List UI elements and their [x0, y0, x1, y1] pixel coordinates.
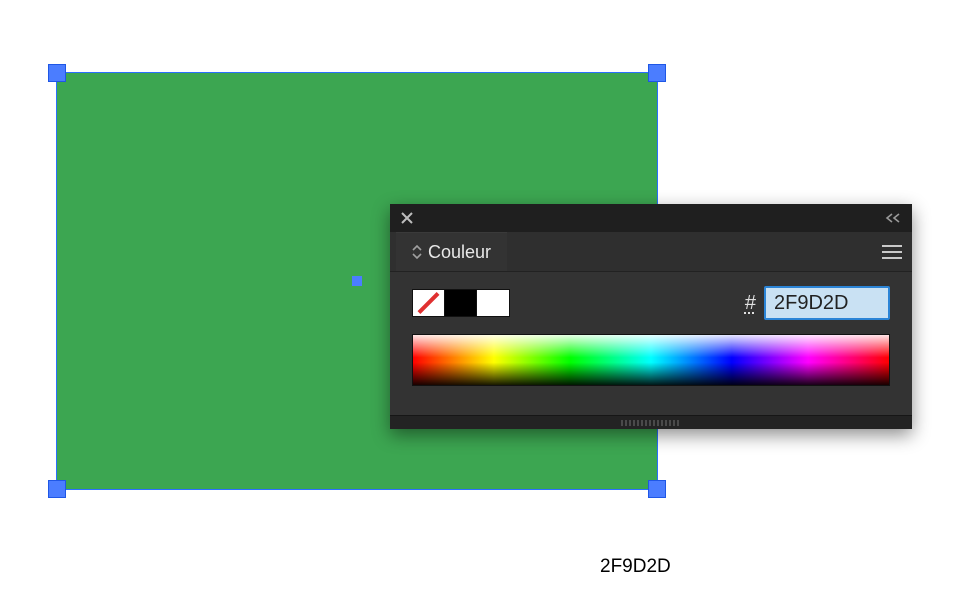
caption-text: 2F9D2D: [600, 556, 671, 578]
color-panel[interactable]: Couleur #: [390, 204, 912, 429]
swatch-white[interactable]: [477, 290, 509, 316]
grip-icon: [621, 420, 681, 426]
hamburger-icon: [882, 245, 902, 259]
close-icon[interactable]: [398, 209, 416, 227]
hex-hash-label: #: [745, 292, 756, 315]
selection-handle-top-left[interactable]: [48, 64, 66, 82]
swatch-group: [412, 289, 510, 317]
selection-handle-top-right[interactable]: [648, 64, 666, 82]
selection-handle-bottom-right[interactable]: [648, 480, 666, 498]
panel-tabbar: Couleur: [390, 232, 912, 272]
tab-couleur[interactable]: Couleur: [396, 232, 507, 271]
collapse-icon[interactable]: [882, 209, 904, 227]
panel-titlebar[interactable]: [390, 204, 912, 232]
panel-resize-grip[interactable]: [390, 415, 912, 429]
tab-cycle-icon[interactable]: [412, 244, 422, 260]
panel-body: #: [390, 272, 912, 415]
hex-input[interactable]: [764, 286, 890, 320]
color-spectrum[interactable]: [412, 334, 890, 386]
selection-handle-center[interactable]: [352, 276, 362, 286]
swatch-black[interactable]: [445, 290, 477, 316]
swatch-none[interactable]: [413, 290, 445, 316]
swatch-row: #: [412, 286, 890, 320]
selection-handle-bottom-left[interactable]: [48, 480, 66, 498]
panel-menu-button[interactable]: [872, 232, 912, 271]
tab-label: Couleur: [428, 242, 491, 263]
